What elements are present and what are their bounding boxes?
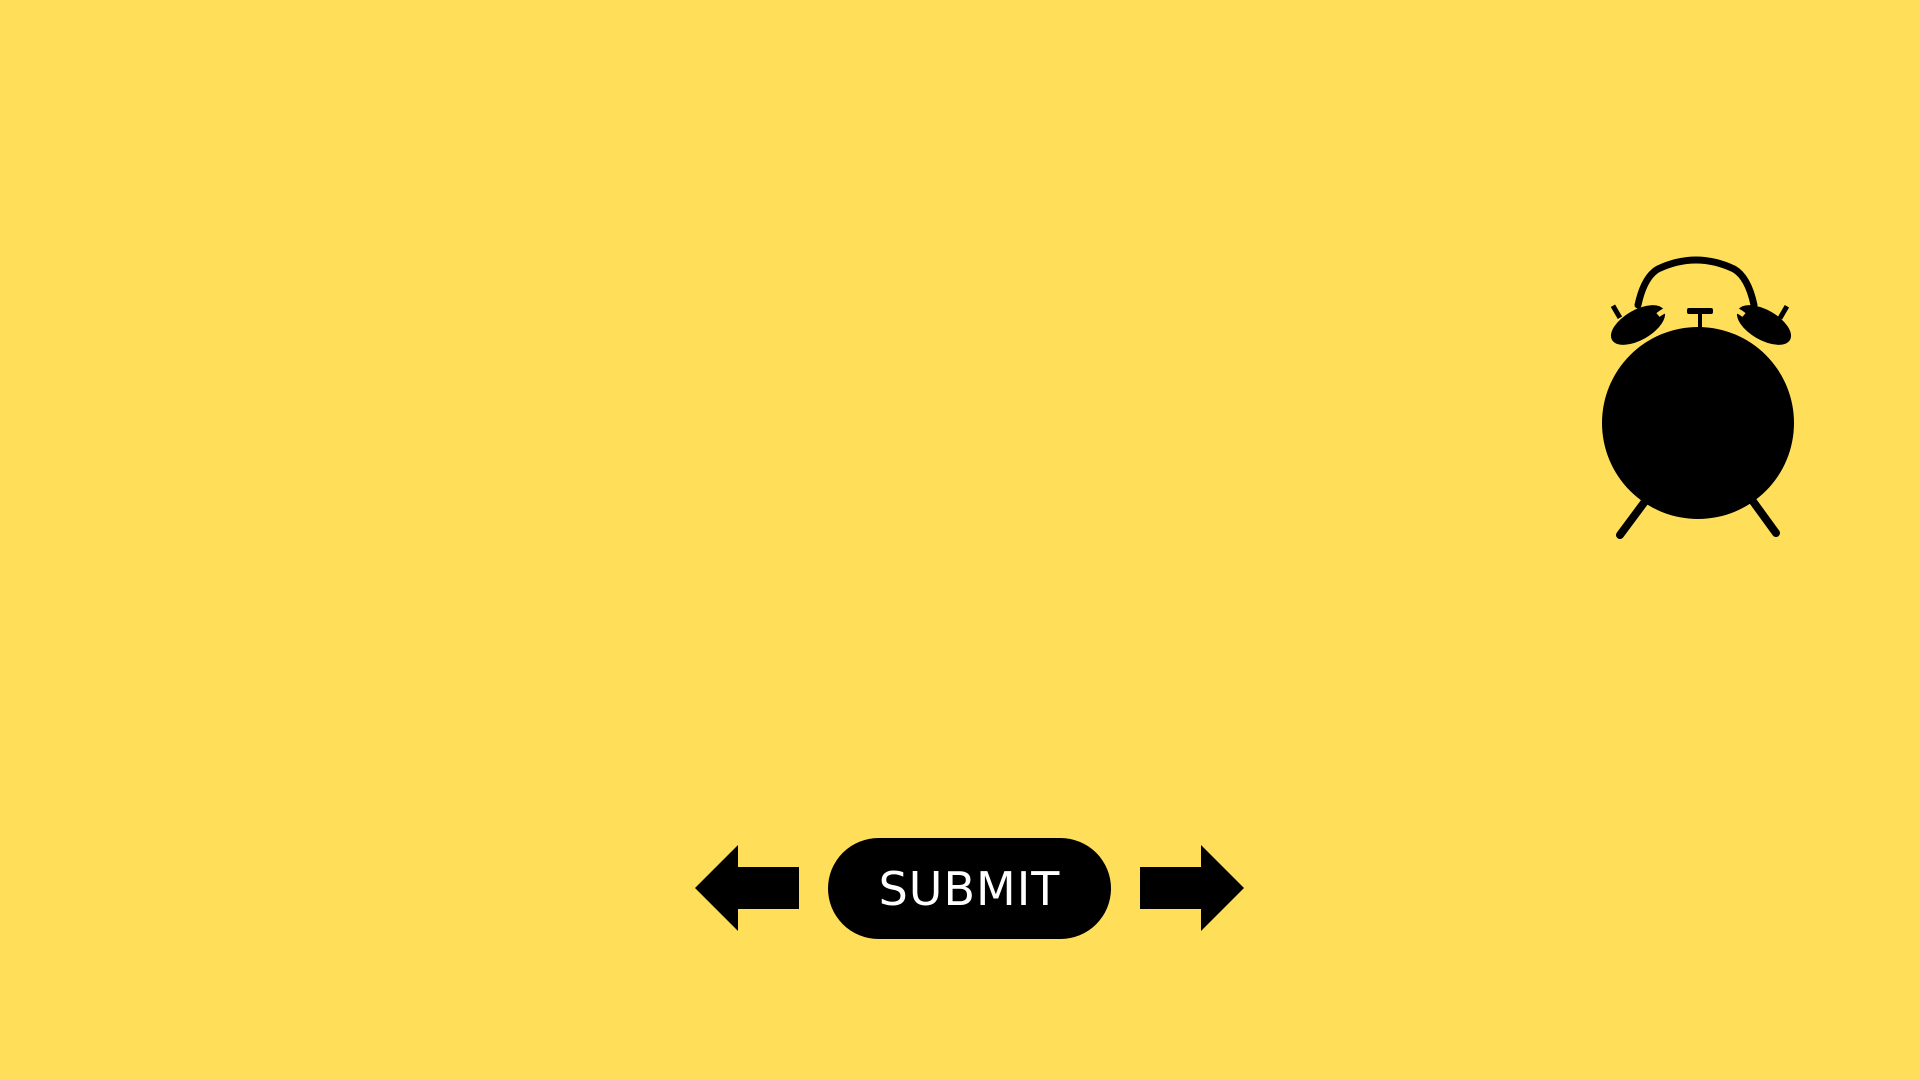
previous-arrow-button[interactable] xyxy=(695,845,799,931)
alarm-clock-icon xyxy=(1596,255,1806,540)
arrow-left-icon xyxy=(695,845,799,931)
submit-button[interactable]: SUBMIT xyxy=(828,838,1111,939)
arrow-right-icon xyxy=(1140,845,1244,931)
next-arrow-button[interactable] xyxy=(1140,845,1244,931)
screen: SUBMIT xyxy=(0,0,1920,1080)
